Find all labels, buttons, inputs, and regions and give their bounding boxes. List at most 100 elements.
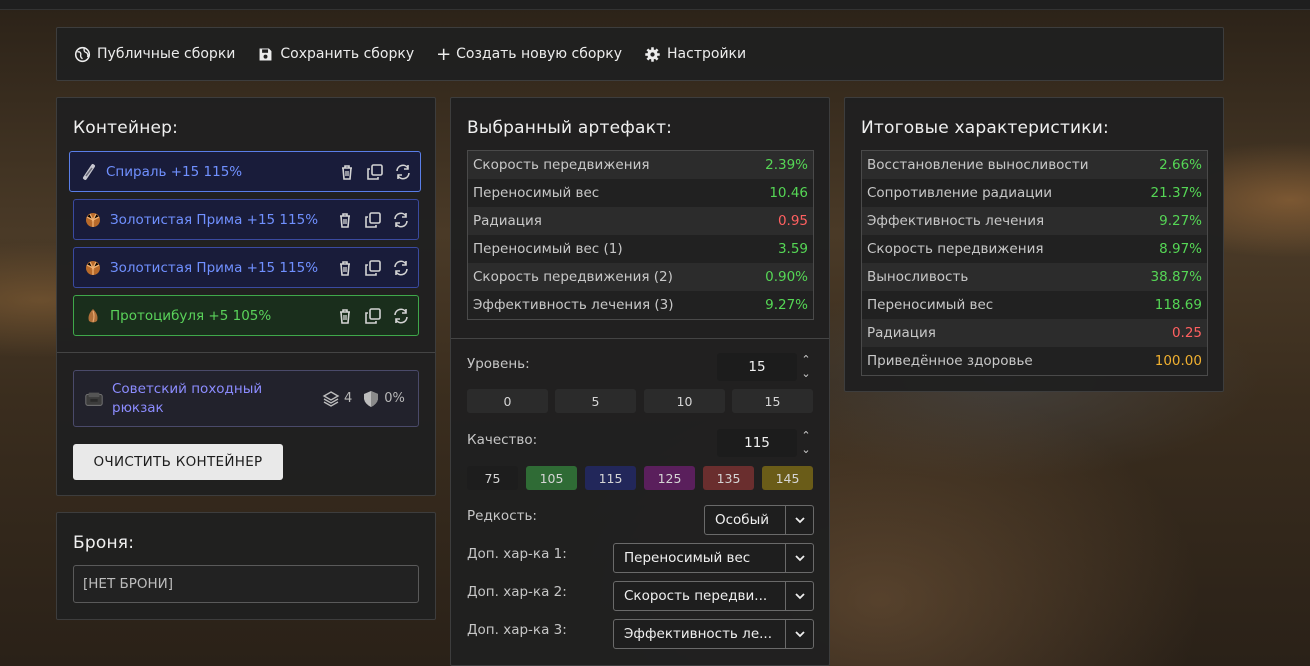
quality-preset-button[interactable]: 75 [467,466,518,490]
refresh-icon[interactable] [392,259,410,277]
stat-row: Скорость передвижения (2) 0.90% [468,263,813,291]
new-build-button[interactable]: + Создать новую сборку [436,43,623,65]
clear-container-button[interactable]: ОЧИСТИТЬ КОНТЕЙНЕР [73,444,283,480]
quality-preset-button[interactable]: 125 [644,466,695,490]
stat-name: Переносимый вес [867,297,994,313]
refresh-icon[interactable] [392,307,410,325]
quality-label: Качество: [467,432,538,448]
quality-spin-up-icon[interactable]: ⌃ [800,430,812,442]
save-build-button[interactable]: Сохранить сборку [257,46,414,63]
quality-preset-button[interactable]: 105 [526,466,577,490]
duplicate-icon[interactable] [364,259,382,277]
rarity-label: Редкость: [467,508,537,524]
stat-value: 38.87% [1150,269,1202,285]
artifact-row[interactable]: Золотистая Прима +15 115% [73,247,419,288]
golden-prima-artifact-icon [86,260,100,275]
quality-preset-button[interactable]: 145 [762,466,813,490]
public-builds-button[interactable]: Публичные сборки [74,46,235,63]
trash-icon[interactable] [336,259,354,277]
stat-row: Приведённое здоровье 100.00 [862,347,1207,375]
totals-stats-table: Восстановление выносливости 2.66% Сопроти… [861,150,1208,376]
selected-stats-table: Скорость передвижения 2.39% Переносимый в… [467,150,814,320]
chevron-down-icon [785,620,813,648]
level-preset-button[interactable]: 5 [555,389,636,413]
level-preset-button[interactable]: 10 [644,389,725,413]
stat-value: 0.90% [765,269,808,285]
artifact-label: Протоцибуля +5 105% [110,307,272,324]
globe-icon [74,46,91,62]
quality-preset-button[interactable]: 115 [585,466,636,490]
container-panel: Контейнер: Спираль +15 115% Золотистая П… [56,97,436,496]
selected-artifact-panel: Выбранный артефакт: Скорость передвижени… [450,97,830,666]
stat-row: Восстановление выносливости 2.66% [862,151,1207,179]
stat-value: 2.66% [1159,157,1202,173]
backpack-protection-value: 0% [384,391,405,406]
settings-button[interactable]: Настройки [644,46,746,63]
quality-spin-down-icon[interactable]: ⌄ [800,444,812,456]
stat-name: Переносимый вес (1) [473,241,623,257]
chevron-down-icon [785,544,813,572]
level-preset-button[interactable]: 15 [732,389,813,413]
stat-value: 8.97% [1159,241,1202,257]
stat-name: Эффективность лечения [867,213,1045,229]
stat-value: 0.25 [1171,325,1202,341]
backpack-slot[interactable]: Советский походный рюкзак 4 0% [73,370,419,427]
extra2-label: Доп. хар-ка 2: [467,584,567,600]
level-spin-up-icon[interactable]: ⌃ [800,354,812,366]
spiral-artifact-icon [83,163,95,180]
rarity-select[interactable]: Особый [704,505,814,535]
refresh-icon[interactable] [392,211,410,229]
artifact-row[interactable]: Золотистая Прима +15 115% [73,199,419,240]
stat-value: 2.39% [765,157,808,173]
backpack-slots-value: 4 [344,391,353,406]
floppy-disk-icon [259,48,272,60]
extra1-label: Доп. хар-ка 1: [467,546,567,562]
extra2-select[interactable]: Скорость передви... [613,581,814,611]
layers-icon [322,390,340,407]
artifact-label: Золотистая Прима +15 115% [110,259,319,276]
public-builds-label: Публичные сборки [97,46,236,62]
duplicate-icon[interactable] [364,211,382,229]
refresh-icon[interactable] [394,163,412,181]
stat-row: Переносимый вес 118.69 [862,291,1207,319]
container-divider [57,352,435,353]
extra1-value: Переносимый вес [624,550,751,566]
stat-row: Скорость передвижения 8.97% [862,235,1207,263]
armor-panel: Броня: [НЕТ БРОНИ] [56,512,436,620]
level-input[interactable]: 15 [717,353,797,381]
trash-icon[interactable] [336,307,354,325]
armor-select[interactable]: [НЕТ БРОНИ] [73,565,419,603]
armor-title: Броня: [73,533,135,553]
stat-row: Радиация 0.95 [468,207,813,235]
stat-row: Эффективность лечения (3) 9.27% [468,291,813,319]
extra2-value: Скорость передви... [624,588,768,604]
stat-name: Эффективность лечения (3) [473,297,674,313]
stat-name: Восстановление выносливости [867,157,1089,173]
selected-artifact-title: Выбранный артефакт: [467,118,673,138]
stat-name: Радиация [867,325,936,341]
new-build-label: Создать новую сборку [456,46,623,62]
toolbar: Публичные сборки Сохранить сборку + Созд… [56,27,1224,81]
quality-preset-button[interactable]: 135 [703,466,754,490]
duplicate-icon[interactable] [366,163,384,181]
stat-name: Скорость передвижения (2) [473,269,673,285]
container-title: Контейнер: [73,118,179,138]
artifact-row[interactable]: Спираль +15 115% [69,151,421,192]
totals-panel: Итоговые характеристики: Восстановление … [844,97,1224,392]
stat-value: 118.69 [1154,297,1202,313]
plus-icon: + [436,43,452,65]
stat-name: Приведённое здоровье [867,353,1033,369]
stat-value: 9.27% [1159,213,1202,229]
duplicate-icon[interactable] [364,307,382,325]
backpack-slots: 4 [322,390,352,408]
window-top-bar [0,0,1310,10]
extra1-select[interactable]: Переносимый вес [613,543,814,573]
chevron-down-icon [785,582,813,610]
trash-icon[interactable] [338,163,356,181]
level-preset-button[interactable]: 0 [467,389,548,413]
extra3-select[interactable]: Эффективность ле... [613,619,814,649]
artifact-row[interactable]: Протоцибуля +5 105% [73,295,419,336]
trash-icon[interactable] [336,211,354,229]
quality-input[interactable]: 115 [717,429,797,457]
level-spin-down-icon[interactable]: ⌄ [800,368,812,380]
